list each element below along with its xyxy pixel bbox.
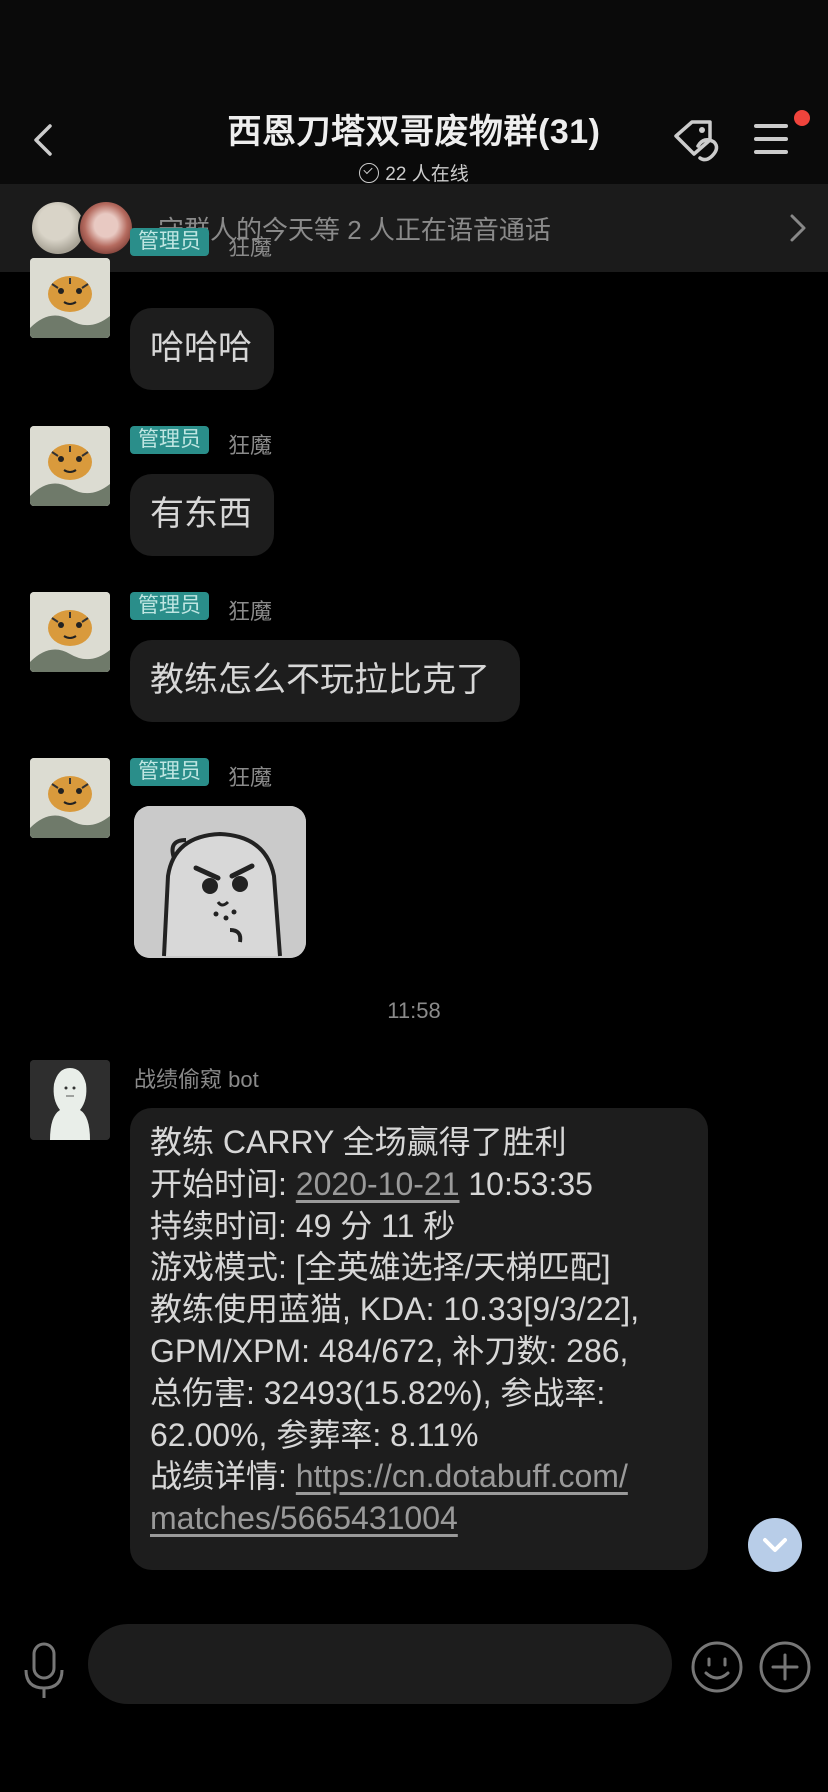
back-arrow-icon[interactable] [26, 118, 66, 162]
role-badge: 管理员 [130, 228, 209, 256]
avatar[interactable] [30, 258, 110, 338]
date-link[interactable]: 2020-10-21 [296, 1166, 460, 1202]
emoji-icon[interactable] [690, 1640, 744, 1694]
details-line: 战绩详情: https://cn.dotabuff.com/ [150, 1456, 688, 1498]
tag-link-icon[interactable] [670, 114, 724, 166]
message-bubble[interactable]: 哈哈哈 [130, 308, 274, 390]
bot-message-bubble[interactable]: 教练 CARRY 全场赢得了胜利 开始时间: 2020-10-21 10:53:… [130, 1108, 708, 1570]
role-badge: 管理员 [130, 592, 209, 620]
chevron-right-icon[interactable] [788, 212, 808, 244]
tiger-avatar-image [30, 758, 110, 838]
chat-header: 西恩刀塔双哥废物群(31) 22 人在线 [0, 0, 828, 186]
avatar[interactable] [30, 592, 110, 672]
online-count: 22 人在线 [385, 164, 469, 185]
role-badge: 管理员 [130, 426, 209, 454]
dotabuff-link[interactable]: https://cn.dotabuff.com/ [296, 1458, 628, 1494]
scroll-to-bottom-button[interactable] [748, 1518, 802, 1572]
dotabuff-link-cont[interactable]: matches/5665431004 [150, 1500, 458, 1536]
result-line: 教练 CARRY 全场赢得了胜利 [150, 1124, 567, 1160]
voice-call-text: 守群人的今天等 2 人正在语音通话 [158, 215, 551, 245]
sticker-image[interactable] [134, 806, 306, 958]
avatar[interactable] [30, 1060, 110, 1140]
duration-line: 持续时间: 49 分 11 秒 [150, 1207, 456, 1244]
avatar[interactable] [30, 758, 110, 838]
message-bubble[interactable]: 有东西 [130, 474, 274, 556]
notification-dot [794, 110, 810, 126]
online-check-icon [359, 162, 380, 183]
time-separator: 11:58 [387, 998, 441, 1023]
gpm-xpm-line: GPM/XPM: 484/672, 补刀数: 286, [150, 1332, 629, 1369]
start-time-value: 10:53:35 [459, 1165, 593, 1202]
game-mode-line: 游戏模式: [全英雄选择/天梯匹配] [150, 1249, 611, 1286]
menu-icon[interactable] [752, 122, 790, 156]
microphone-icon[interactable] [22, 1640, 66, 1700]
chevron-down-icon [763, 1538, 787, 1552]
bot-avatar-image [30, 1060, 110, 1140]
tiger-avatar-image [30, 258, 110, 338]
sender-name[interactable]: 战绩偷窥 bot [134, 1062, 259, 1094]
angry-face-sticker-icon [134, 806, 306, 958]
message-bubble[interactable]: 教练怎么不玩拉比克了 [130, 640, 520, 722]
voice-participant-avatar [78, 200, 134, 256]
sender-name[interactable]: 狂魔 [228, 760, 272, 792]
kda-line: 教练使用蓝猫, KDA: 10.33[9/3/22], [150, 1291, 640, 1328]
sender-name[interactable]: 狂魔 [228, 594, 272, 626]
online-status: 22 人在线 [359, 159, 469, 186]
sender-name[interactable]: 狂魔 [228, 428, 272, 460]
damage-line: 总伤害: 32493(15.82%), 参战率: [150, 1374, 606, 1411]
role-badge: 管理员 [130, 758, 209, 786]
voice-call-banner[interactable]: 守群人的今天等 2 人正在语音通话 [0, 184, 828, 272]
plus-icon[interactable] [758, 1640, 812, 1694]
details-label: 战绩详情: [150, 1458, 296, 1495]
start-time-line: 开始时间: 2020-10-21 10:53:35 [150, 1164, 688, 1206]
start-time-label: 开始时间: [150, 1165, 296, 1202]
tiger-avatar-image [30, 426, 110, 506]
tiger-avatar-image [30, 592, 110, 672]
details-line-cont: matches/5665431004 [150, 1498, 688, 1540]
avatar[interactable] [30, 426, 110, 506]
participation-line: 62.00%, 参葬率: 8.11% [150, 1416, 479, 1453]
sender-name[interactable]: 狂魔 [228, 230, 272, 262]
message-input[interactable] [88, 1624, 672, 1704]
